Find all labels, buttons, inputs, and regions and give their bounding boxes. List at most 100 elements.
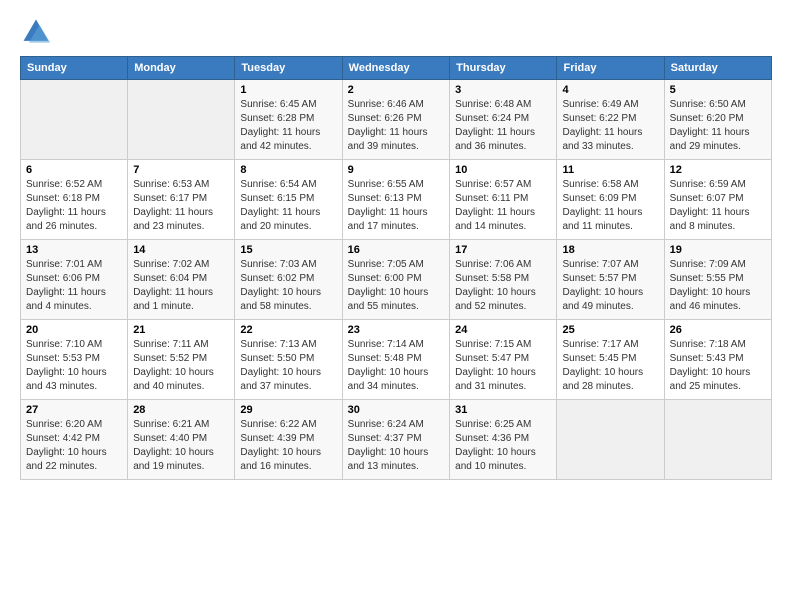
- day-number: 26: [670, 324, 766, 336]
- day-info: Sunrise: 6:46 AM Sunset: 6:26 PM Dayligh…: [348, 98, 445, 154]
- calendar-cell: 13 Sunrise: 7:01 AM Sunset: 6:06 PM Dayli…: [21, 240, 128, 320]
- calendar-cell: [557, 400, 664, 480]
- day-info: Sunrise: 7:07 AM Sunset: 5:57 PM Dayligh…: [562, 258, 658, 314]
- day-number: 12: [670, 164, 766, 176]
- day-number: 29: [240, 404, 336, 416]
- day-info: Sunrise: 6:50 AM Sunset: 6:20 PM Dayligh…: [670, 98, 766, 154]
- calendar-cell: 22 Sunrise: 7:13 AM Sunset: 5:50 PM Dayli…: [235, 320, 342, 400]
- calendar-cell: 14 Sunrise: 7:02 AM Sunset: 6:04 PM Dayli…: [128, 240, 235, 320]
- day-info: Sunrise: 6:54 AM Sunset: 6:15 PM Dayligh…: [240, 178, 336, 234]
- day-info: Sunrise: 7:05 AM Sunset: 6:00 PM Dayligh…: [348, 258, 445, 314]
- day-number: 30: [348, 404, 445, 416]
- calendar-cell: 10Sunrise: 6:57 AM Sunset: 6:11 PM Dayli…: [450, 160, 557, 240]
- day-info: Sunrise: 7:15 AM Sunset: 5:47 PM Dayligh…: [455, 338, 551, 394]
- day-number: 15: [240, 244, 336, 256]
- day-number: 3: [455, 84, 551, 96]
- calendar-cell: 16 Sunrise: 7:05 AM Sunset: 6:00 PM Dayli…: [342, 240, 450, 320]
- calendar-cell: 27Sunrise: 6:20 AM Sunset: 4:42 PM Dayli…: [21, 400, 128, 480]
- day-info: Sunrise: 6:53 AM Sunset: 6:17 PM Dayligh…: [133, 178, 229, 234]
- calendar-cell: 19 Sunrise: 7:09 AM Sunset: 5:55 PM Dayli…: [664, 240, 771, 320]
- calendar-week-5: 27Sunrise: 6:20 AM Sunset: 4:42 PM Dayli…: [21, 400, 772, 480]
- calendar-cell: [128, 80, 235, 160]
- calendar-week-3: 13 Sunrise: 7:01 AM Sunset: 6:06 PM Dayli…: [21, 240, 772, 320]
- day-number: 8: [240, 164, 336, 176]
- calendar-cell: [664, 400, 771, 480]
- calendar-header-friday: Friday: [557, 57, 664, 80]
- day-info: Sunrise: 7:13 AM Sunset: 5:50 PM Dayligh…: [240, 338, 336, 394]
- day-number: 6: [26, 164, 122, 176]
- day-number: 2: [348, 84, 445, 96]
- day-info: Sunrise: 6:57 AM Sunset: 6:11 PM Dayligh…: [455, 178, 551, 234]
- day-info: Sunrise: 7:03 AM Sunset: 6:02 PM Dayligh…: [240, 258, 336, 314]
- calendar-cell: 3 Sunrise: 6:48 AM Sunset: 6:24 PM Daylig…: [450, 80, 557, 160]
- day-number: 22: [240, 324, 336, 336]
- day-info: Sunrise: 7:18 AM Sunset: 5:43 PM Dayligh…: [670, 338, 766, 394]
- calendar-cell: 9 Sunrise: 6:55 AM Sunset: 6:13 PM Daylig…: [342, 160, 450, 240]
- day-number: 31: [455, 404, 551, 416]
- day-info: Sunrise: 6:21 AM Sunset: 4:40 PM Dayligh…: [133, 418, 229, 474]
- calendar-cell: 30 Sunrise: 6:24 AM Sunset: 4:37 PM Dayli…: [342, 400, 450, 480]
- day-number: 27: [26, 404, 122, 416]
- calendar-header-tuesday: Tuesday: [235, 57, 342, 80]
- logo: [20, 16, 56, 48]
- calendar-cell: 26 Sunrise: 7:18 AM Sunset: 5:43 PM Dayli…: [664, 320, 771, 400]
- day-number: 17: [455, 244, 551, 256]
- calendar-header-row: SundayMondayTuesdayWednesdayThursdayFrid…: [21, 57, 772, 80]
- day-number: 25: [562, 324, 658, 336]
- day-info: Sunrise: 6:59 AM Sunset: 6:07 PM Dayligh…: [670, 178, 766, 234]
- calendar-cell: 28Sunrise: 6:21 AM Sunset: 4:40 PM Dayli…: [128, 400, 235, 480]
- day-number: 4: [562, 84, 658, 96]
- day-info: Sunrise: 6:58 AM Sunset: 6:09 PM Dayligh…: [562, 178, 658, 234]
- page: SundayMondayTuesdayWednesdayThursdayFrid…: [0, 0, 792, 490]
- calendar-header-wednesday: Wednesday: [342, 57, 450, 80]
- day-info: Sunrise: 7:11 AM Sunset: 5:52 PM Dayligh…: [133, 338, 229, 394]
- calendar-cell: [21, 80, 128, 160]
- day-number: 14: [133, 244, 229, 256]
- day-info: Sunrise: 7:14 AM Sunset: 5:48 PM Dayligh…: [348, 338, 445, 394]
- calendar-header-sunday: Sunday: [21, 57, 128, 80]
- calendar-header-thursday: Thursday: [450, 57, 557, 80]
- day-info: Sunrise: 6:22 AM Sunset: 4:39 PM Dayligh…: [240, 418, 336, 474]
- day-number: 20: [26, 324, 122, 336]
- day-number: 1: [240, 84, 336, 96]
- calendar-cell: 8 Sunrise: 6:54 AM Sunset: 6:15 PM Daylig…: [235, 160, 342, 240]
- calendar-cell: 23Sunrise: 7:14 AM Sunset: 5:48 PM Dayli…: [342, 320, 450, 400]
- day-number: 21: [133, 324, 229, 336]
- day-info: Sunrise: 6:48 AM Sunset: 6:24 PM Dayligh…: [455, 98, 551, 154]
- day-info: Sunrise: 7:10 AM Sunset: 5:53 PM Dayligh…: [26, 338, 122, 394]
- calendar-cell: 2 Sunrise: 6:46 AM Sunset: 6:26 PM Daylig…: [342, 80, 450, 160]
- calendar-cell: 1Sunrise: 6:45 AM Sunset: 6:28 PM Daylig…: [235, 80, 342, 160]
- day-info: Sunrise: 6:55 AM Sunset: 6:13 PM Dayligh…: [348, 178, 445, 234]
- calendar-cell: 24 Sunrise: 7:15 AM Sunset: 5:47 PM Dayli…: [450, 320, 557, 400]
- calendar-cell: 5 Sunrise: 6:50 AM Sunset: 6:20 PM Daylig…: [664, 80, 771, 160]
- calendar-cell: 20 Sunrise: 7:10 AM Sunset: 5:53 PM Dayli…: [21, 320, 128, 400]
- calendar-cell: 11 Sunrise: 6:58 AM Sunset: 6:09 PM Dayli…: [557, 160, 664, 240]
- calendar-cell: 15 Sunrise: 7:03 AM Sunset: 6:02 PM Dayli…: [235, 240, 342, 320]
- calendar-cell: 4 Sunrise: 6:49 AM Sunset: 6:22 PM Daylig…: [557, 80, 664, 160]
- calendar-header-monday: Monday: [128, 57, 235, 80]
- day-number: 13: [26, 244, 122, 256]
- day-number: 7: [133, 164, 229, 176]
- day-info: Sunrise: 7:17 AM Sunset: 5:45 PM Dayligh…: [562, 338, 658, 394]
- logo-icon: [20, 16, 52, 48]
- calendar-cell: 18 Sunrise: 7:07 AM Sunset: 5:57 PM Dayli…: [557, 240, 664, 320]
- header: [20, 16, 772, 48]
- day-number: 18: [562, 244, 658, 256]
- day-number: 24: [455, 324, 551, 336]
- day-number: 9: [348, 164, 445, 176]
- calendar-cell: 17Sunrise: 7:06 AM Sunset: 5:58 PM Dayli…: [450, 240, 557, 320]
- day-info: Sunrise: 7:02 AM Sunset: 6:04 PM Dayligh…: [133, 258, 229, 314]
- day-info: Sunrise: 6:24 AM Sunset: 4:37 PM Dayligh…: [348, 418, 445, 474]
- calendar-cell: 25 Sunrise: 7:17 AM Sunset: 5:45 PM Dayli…: [557, 320, 664, 400]
- day-info: Sunrise: 6:25 AM Sunset: 4:36 PM Dayligh…: [455, 418, 551, 474]
- day-number: 5: [670, 84, 766, 96]
- day-number: 16: [348, 244, 445, 256]
- calendar-cell: 6 Sunrise: 6:52 AM Sunset: 6:18 PM Daylig…: [21, 160, 128, 240]
- day-info: Sunrise: 7:01 AM Sunset: 6:06 PM Dayligh…: [26, 258, 122, 314]
- day-number: 11: [562, 164, 658, 176]
- day-info: Sunrise: 6:52 AM Sunset: 6:18 PM Dayligh…: [26, 178, 122, 234]
- calendar-week-2: 6 Sunrise: 6:52 AM Sunset: 6:18 PM Daylig…: [21, 160, 772, 240]
- day-number: 19: [670, 244, 766, 256]
- day-info: Sunrise: 6:49 AM Sunset: 6:22 PM Dayligh…: [562, 98, 658, 154]
- day-info: Sunrise: 7:09 AM Sunset: 5:55 PM Dayligh…: [670, 258, 766, 314]
